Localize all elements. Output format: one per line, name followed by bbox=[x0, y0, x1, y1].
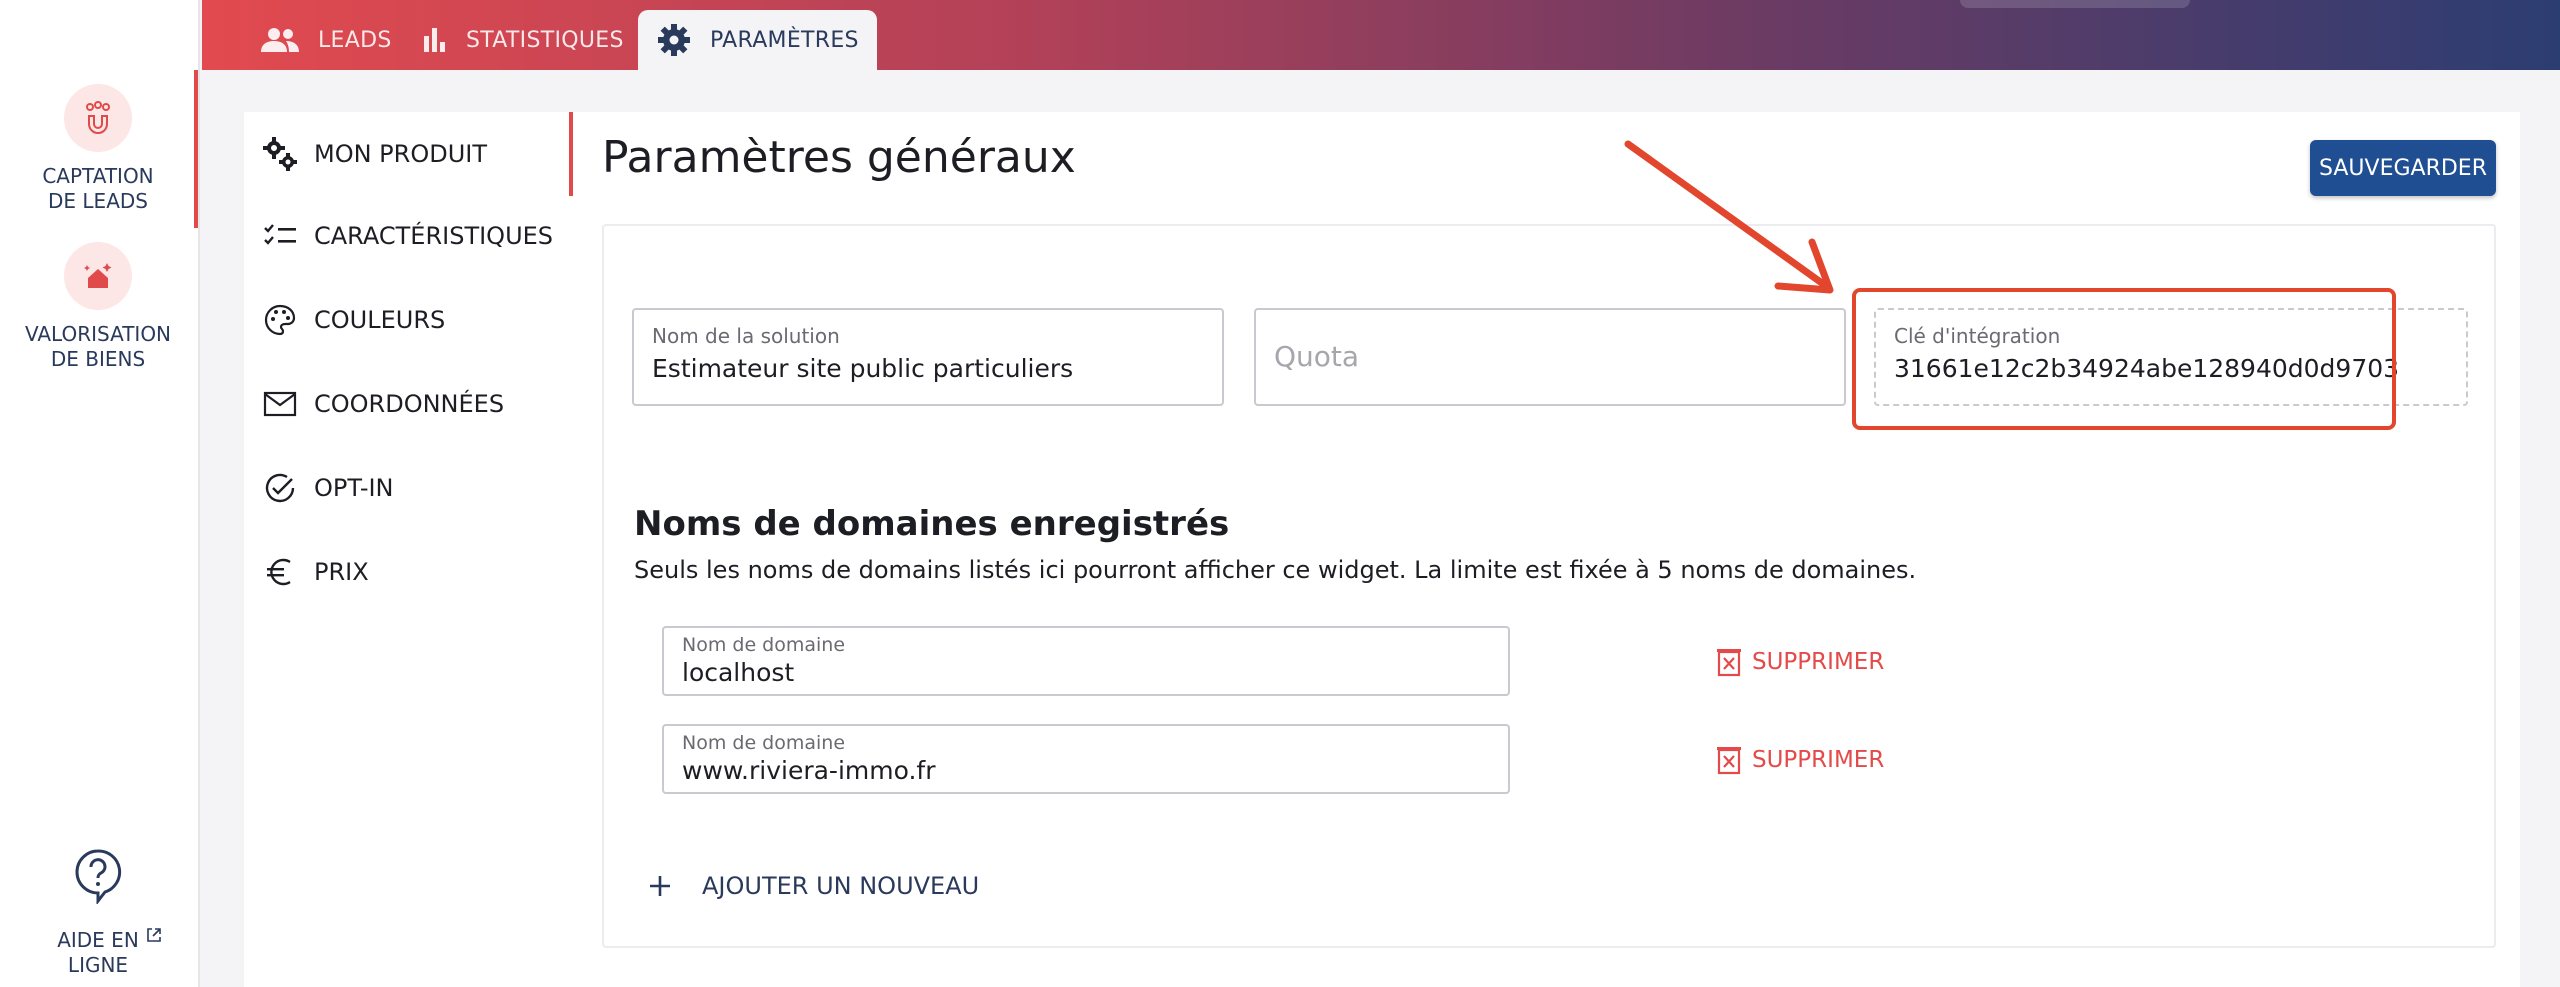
subnav-item-prix[interactable]: PRIX bbox=[260, 552, 369, 592]
save-button[interactable]: SAUVEGARDER bbox=[2310, 140, 2496, 196]
domain-field-value: localhost bbox=[682, 658, 795, 687]
gears-icon bbox=[260, 136, 300, 172]
euro-icon bbox=[260, 556, 300, 588]
top-bar-decoration bbox=[1960, 0, 2190, 8]
delete-domain-button-2[interactable]: SUPPRIMER bbox=[1716, 740, 1884, 780]
solution-name-label: Nom de la solution bbox=[652, 324, 840, 348]
add-domain-label: AJOUTER UN NOUVEAU bbox=[702, 872, 980, 900]
subnav-item-couleurs[interactable]: COULEURS bbox=[260, 300, 445, 340]
subnav-item-label: PRIX bbox=[314, 558, 369, 586]
subnav-item-mon-produit[interactable]: MON PRODUIT bbox=[260, 134, 487, 174]
delete-icon bbox=[1716, 647, 1742, 677]
subnav-item-label: CARACTÉRISTIQUES bbox=[314, 222, 554, 250]
domains-section-title: Noms de domaines enregistrés bbox=[634, 504, 1230, 544]
checklist-icon bbox=[260, 223, 300, 249]
house-sparkle-icon bbox=[64, 242, 132, 310]
domain-field-label: Nom de domaine bbox=[682, 634, 846, 656]
top-bar: LEADS STATISTIQUES PARAMÈTRES bbox=[202, 0, 2560, 70]
delete-domain-label: SUPPRIMER bbox=[1752, 649, 1885, 675]
solution-name-field[interactable]: Nom de la solution Estimateur site publi… bbox=[632, 308, 1224, 406]
tab-parametres[interactable]: PARAMÈTRES bbox=[638, 10, 877, 70]
domain-field-1[interactable]: Nom de domaine localhost bbox=[662, 626, 1510, 696]
rail-item-captation-line2: DE LEADS bbox=[48, 189, 148, 213]
domain-field-2[interactable]: Nom de domaine www.riviera-immo.fr bbox=[662, 724, 1510, 794]
add-domain-button[interactable]: AJOUTER UN NOUVEAU bbox=[648, 866, 979, 906]
tab-statistiques-label: STATISTIQUES bbox=[466, 27, 624, 53]
delete-domain-label: SUPPRIMER bbox=[1752, 747, 1885, 773]
rail-item-valorisation-line1: VALORISATION bbox=[24, 322, 172, 346]
gear-icon bbox=[656, 22, 692, 58]
users-icon bbox=[260, 27, 300, 53]
delete-domain-button-1[interactable]: SUPPRIMER bbox=[1716, 642, 1884, 682]
subnav-item-label: OPT-IN bbox=[314, 474, 394, 502]
rail-item-captation-line1: CAPTATION bbox=[42, 164, 154, 188]
tab-leads[interactable]: LEADS bbox=[260, 10, 392, 70]
external-link-icon bbox=[146, 924, 162, 949]
tab-leads-label: LEADS bbox=[318, 27, 392, 53]
domains-section-subtitle: Seuls les noms de domains listés ici pou… bbox=[634, 556, 1917, 584]
app-rail: CAPTATION DE LEADS VALORISATION DE BIENS… bbox=[0, 0, 200, 987]
help-label-line2: LIGNE bbox=[67, 953, 129, 977]
subnav-item-caracteristiques[interactable]: CARACTÉRISTIQUES bbox=[260, 216, 553, 256]
page-title: Paramètres généraux bbox=[602, 132, 1076, 183]
rail-item-captation[interactable]: CAPTATION DE LEADS bbox=[0, 84, 196, 214]
subnav-item-coordonnees[interactable]: COORDONNÉES bbox=[260, 384, 504, 424]
subnav-active-indicator bbox=[569, 112, 573, 196]
domain-field-value: www.riviera-immo.fr bbox=[682, 756, 936, 785]
annotation-highlight-box bbox=[1852, 288, 2396, 430]
tab-parametres-label: PARAMÈTRES bbox=[710, 27, 859, 53]
solution-name-value: Estimateur site public particuliers bbox=[652, 354, 1074, 383]
help-bubble-icon bbox=[73, 848, 123, 910]
content-card: MON PRODUIT CARACTÉRISTIQUES COULEURS CO… bbox=[244, 112, 2520, 987]
tab-statistiques[interactable]: STATISTIQUES bbox=[422, 10, 624, 70]
settings-panel: Nom de la solution Estimateur site publi… bbox=[602, 224, 2496, 948]
bar-chart-icon bbox=[422, 26, 448, 54]
subnav-item-opt-in[interactable]: OPT-IN bbox=[260, 468, 394, 508]
quota-placeholder: Quota bbox=[1274, 340, 1360, 373]
rail-item-valorisation[interactable]: VALORISATION DE BIENS bbox=[0, 242, 196, 372]
plus-icon bbox=[648, 874, 672, 898]
delete-icon bbox=[1716, 745, 1742, 775]
help-label-line1: AIDE EN bbox=[57, 928, 139, 952]
subnav-item-label: COULEURS bbox=[314, 306, 446, 334]
domain-field-label: Nom de domaine bbox=[682, 732, 846, 754]
subnav-item-label: COORDONNÉES bbox=[314, 390, 505, 418]
quota-field[interactable]: Quota bbox=[1254, 308, 1846, 406]
rail-item-valorisation-line2: DE BIENS bbox=[50, 347, 146, 371]
envelope-icon bbox=[260, 391, 300, 417]
subnav-item-label: MON PRODUIT bbox=[314, 140, 488, 168]
magnet-users-icon bbox=[64, 84, 132, 152]
help-link[interactable]: AIDE EN LIGNE bbox=[0, 848, 196, 978]
palette-icon bbox=[260, 304, 300, 336]
annotation-arrow-icon bbox=[1624, 140, 1834, 294]
check-circle-icon bbox=[260, 471, 300, 505]
